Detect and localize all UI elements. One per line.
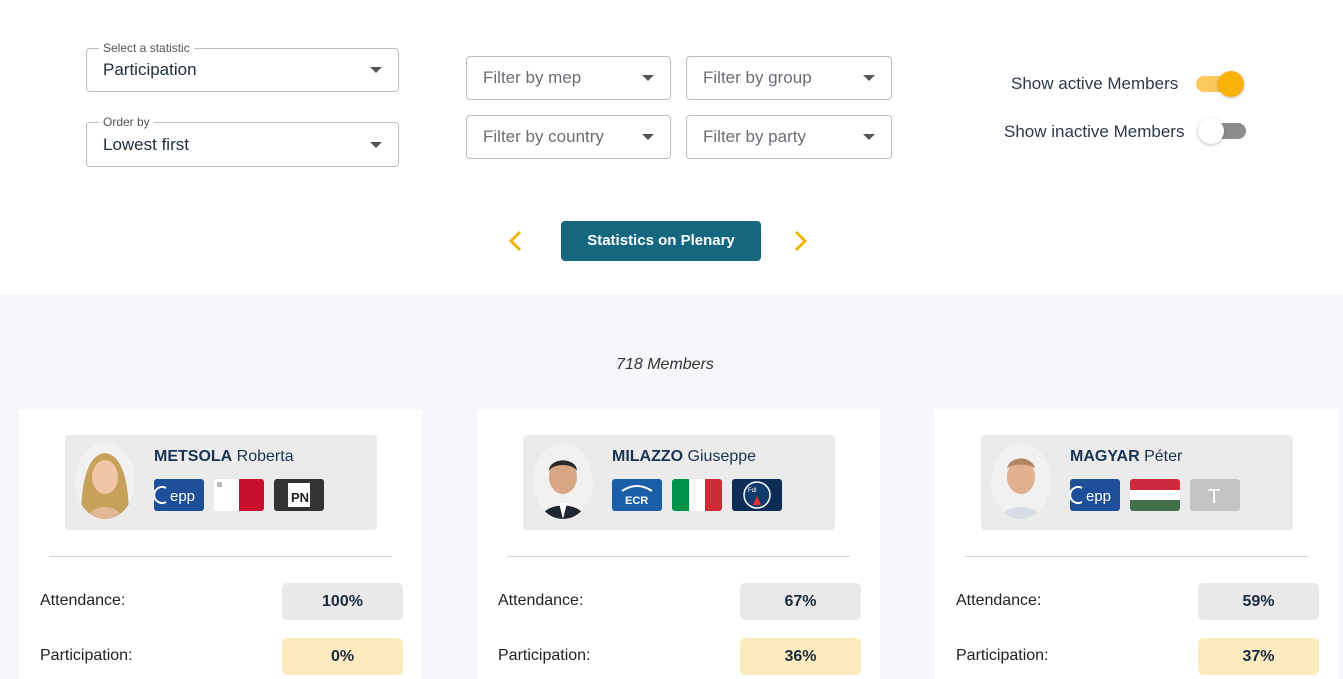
order-select[interactable]: Order by Lowest first [86, 115, 399, 167]
participation-label: Participation: [40, 647, 133, 664]
member-avatar [991, 443, 1051, 519]
previous-arrow-icon[interactable] [507, 229, 525, 253]
svg-text:T: T [1208, 486, 1220, 508]
chevron-down-icon [370, 141, 382, 148]
member-name: METSOLA Roberta [154, 448, 294, 466]
attendance-label: Attendance: [40, 592, 126, 609]
member-name: MAGYAR Péter [1070, 448, 1182, 466]
active-members-label: Show active Members [1011, 74, 1179, 93]
svg-text:ECR: ECR [625, 495, 648, 507]
svg-text:PN: PN [291, 490, 309, 505]
inactive-members-toggle[interactable] [1198, 117, 1248, 145]
filter-group-select[interactable]: Filter by group [686, 56, 892, 100]
card-divider [49, 556, 392, 557]
fratelli-d-italia-logo-icon: FdI [732, 479, 782, 511]
chevron-down-icon [370, 67, 382, 73]
hungary-flag-icon [1130, 479, 1180, 511]
tisza-party-logo-icon: T [1190, 479, 1240, 511]
epp-logo-icon: epp [154, 479, 204, 511]
epp-logo-icon: epp [1070, 479, 1120, 511]
chevron-down-icon [642, 75, 654, 81]
member-last-name: METSOLA [154, 448, 233, 465]
statistic-select[interactable]: Select a statistic Participation [86, 41, 399, 92]
attendance-label: Attendance: [956, 592, 1042, 609]
pn-party-logo-icon: PN [274, 479, 324, 511]
chevron-down-icon [642, 134, 654, 140]
order-select-value: Lowest first [103, 134, 189, 154]
active-members-toggle[interactable] [1196, 70, 1246, 98]
filter-party-placeholder: Filter by party [703, 127, 806, 146]
filter-party-select[interactable]: Filter by party [686, 115, 892, 159]
inactive-members-label: Show inactive Members [1004, 122, 1185, 141]
filter-mep-select[interactable]: Filter by mep [466, 56, 671, 100]
member-header[interactable]: MILAZZO Giuseppe ECR FdI [523, 435, 835, 530]
chevron-down-icon [863, 75, 875, 81]
attendance-label: Attendance: [498, 592, 584, 609]
filter-group-placeholder: Filter by group [703, 68, 812, 87]
member-header[interactable]: MAGYAR Péter epp T [981, 435, 1293, 530]
participation-value: 36% [740, 638, 861, 675]
svg-text:epp: epp [170, 488, 195, 505]
next-arrow-icon[interactable] [791, 229, 809, 253]
svg-text:FdI: FdI [748, 488, 757, 494]
member-header[interactable]: METSOLA Roberta epp PN [65, 435, 377, 530]
attendance-value: 59% [1198, 583, 1319, 620]
member-avatar [533, 443, 593, 519]
members-count: 718 Members [616, 356, 714, 373]
member-card: MILAZZO Giuseppe ECR FdI Attendance: 67%… [477, 410, 880, 679]
order-select-legend: Order by [99, 115, 154, 129]
svg-text:epp: epp [1086, 488, 1111, 505]
card-divider [965, 556, 1308, 557]
statistic-select-value: Participation [103, 60, 197, 79]
participation-label: Participation: [956, 647, 1049, 664]
chevron-down-icon [863, 134, 875, 140]
attendance-value: 67% [740, 583, 861, 620]
attendance-value: 100% [282, 583, 403, 620]
ecr-logo-icon: ECR [612, 479, 662, 511]
member-card: METSOLA Roberta epp PN Attendance: 100% … [19, 410, 422, 679]
member-avatar [75, 443, 135, 519]
member-first-name: Roberta [236, 448, 294, 465]
card-divider [507, 556, 850, 557]
participation-label: Participation: [498, 647, 591, 664]
member-last-name: MAGYAR [1070, 448, 1140, 465]
statistic-select-legend: Select a statistic [99, 41, 194, 55]
statistics-on-plenary-button[interactable]: Statistics on Plenary [561, 221, 761, 261]
filter-country-placeholder: Filter by country [483, 127, 604, 146]
member-first-name: Giuseppe [687, 448, 757, 465]
participation-value: 0% [282, 638, 403, 675]
italy-flag-icon [672, 479, 722, 511]
member-name: MILAZZO Giuseppe [612, 448, 756, 466]
filter-country-select[interactable]: Filter by country [466, 115, 671, 159]
member-last-name: MILAZZO [612, 448, 684, 465]
member-card: MAGYAR Péter epp T Attendance: 59% Parti… [935, 410, 1338, 679]
member-first-name: Péter [1144, 448, 1183, 465]
participation-value: 37% [1198, 638, 1319, 675]
malta-flag-icon [214, 479, 264, 511]
filter-mep-placeholder: Filter by mep [483, 68, 582, 87]
